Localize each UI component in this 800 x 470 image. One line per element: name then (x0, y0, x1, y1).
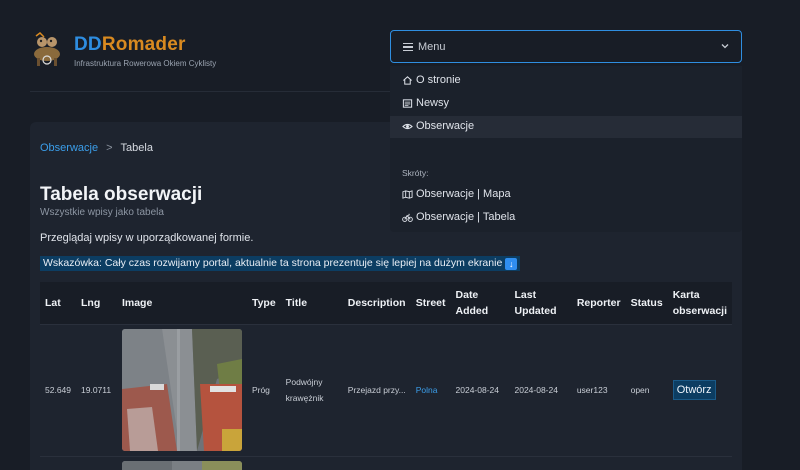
cell-empty (76, 456, 117, 470)
col-header-last-updated[interactable]: Last Updated (509, 282, 572, 325)
cell-karta: Otwórz (667, 324, 732, 457)
col-header-date-added[interactable]: Date Added (450, 282, 510, 325)
menu-item-label: O stronie (416, 74, 461, 86)
menu-item-label: Newsy (416, 97, 450, 109)
page-title: Tabela obserwacji (40, 184, 203, 205)
observations-table: Lat Lng Image Type Title Description Str… (40, 282, 732, 470)
menu-item-newsy[interactable]: Newsy (390, 93, 742, 115)
cell-last-updated: 2024-08-24 (509, 324, 572, 457)
hint-text: Wskazówka: Cały czas rozwijamy portal, a… (43, 257, 503, 269)
map-icon (402, 190, 413, 199)
cell-empty (410, 456, 451, 470)
newspaper-icon (402, 99, 413, 108)
breadcrumb-link-obserwacje[interactable]: Obserwacje (40, 142, 98, 154)
open-card-button[interactable]: Otwórz (672, 380, 716, 400)
street-link[interactable]: Polna (416, 385, 438, 395)
menu-item-label: Obserwacje (416, 120, 475, 132)
shortcut-obserwacje-mapa[interactable]: Obserwacje | Mapa (390, 184, 742, 206)
shortcuts-heading: Skróty: (402, 168, 429, 178)
cell-empty (342, 456, 411, 470)
down-arrow-icon: ↓ (505, 258, 518, 270)
col-header-description[interactable]: Description (342, 282, 411, 325)
breadcrumb-separator: > (106, 142, 113, 154)
cell-reporter: user123 (571, 324, 626, 457)
shortcut-label: Obserwacje | Mapa (416, 188, 511, 200)
home-icon (403, 76, 412, 85)
breadcrumb-current: Tabela (120, 142, 153, 154)
cell-title: Podwójny krawężnik (280, 324, 343, 457)
bike-icon (402, 213, 413, 222)
cell-lat: 52.649 (40, 324, 76, 457)
cell-empty (625, 456, 668, 470)
cell-empty (667, 456, 732, 470)
observation-photo[interactable] (121, 329, 242, 451)
cell-image (116, 324, 247, 457)
brand-name[interactable]: DDRomader (74, 34, 186, 56)
cell-empty (40, 456, 76, 470)
breadcrumb: Obserwacje > Tabela (40, 142, 153, 154)
col-header-lng[interactable]: Lng (76, 282, 117, 325)
chevron-down-icon (721, 44, 729, 49)
cell-empty (280, 456, 343, 470)
col-header-status[interactable]: Status (625, 282, 668, 325)
col-header-lat[interactable]: Lat (40, 282, 76, 325)
col-header-street[interactable]: Street (410, 282, 451, 325)
cell-lng: 19.0711 (76, 324, 117, 457)
brand-part-1: DD (74, 34, 102, 55)
cell-date-added: 2024-08-24 (450, 324, 510, 457)
table-row (40, 456, 732, 470)
col-header-image[interactable]: Image (116, 282, 247, 325)
cell-status: open (625, 324, 668, 457)
col-header-karta[interactable]: Karta obserwacji (667, 282, 732, 325)
col-header-title[interactable]: Title (280, 282, 343, 325)
cell-empty (509, 456, 572, 470)
col-header-type[interactable]: Type (246, 282, 281, 325)
shortcut-label: Obserwacje | Tabela (416, 211, 516, 223)
cell-image (116, 456, 247, 470)
col-header-reporter[interactable]: Reporter (571, 282, 626, 325)
cell-type: Próg (246, 324, 281, 457)
hamburger-icon (403, 43, 413, 52)
brand-part-2: Romader (101, 34, 186, 55)
shortcut-obserwacje-tabela[interactable]: Obserwacje | Tabela (390, 207, 742, 229)
menu-toggle-button[interactable]: Menu (390, 30, 742, 63)
camel-logo-icon[interactable] (28, 30, 66, 68)
menu-item-o-stronie[interactable]: O stronie (390, 70, 742, 92)
menu-label: Menu (418, 41, 446, 53)
hint-banner: Wskazówka: Cały czas rozwijamy portal, a… (40, 256, 521, 271)
brand-tagline: Infrastruktura Rowerowa Okiem Cyklisty (74, 59, 217, 68)
cell-empty (450, 456, 510, 470)
eye-icon (402, 123, 413, 130)
cell-empty (246, 456, 281, 470)
menu-item-obserwacje[interactable]: Obserwacje (390, 116, 742, 138)
page-subtitle: Wszystkie wpisy jako tabela (40, 207, 164, 218)
cell-street: Polna (410, 324, 451, 457)
cell-empty (571, 456, 626, 470)
menu-dropdown: O stronie Newsy Obserwacje Skróty: Obser… (390, 66, 742, 232)
cell-description: Przejazd przy... (342, 324, 411, 457)
table-row: 52.649 19.0711 Próg Podwójny krawężnik P… (40, 324, 732, 457)
table-header-row: Lat Lng Image Type Title Description Str… (40, 282, 732, 325)
intro-text: Przeglądaj wpisy w uporządkowanej formie… (40, 232, 254, 244)
observation-photo[interactable] (121, 460, 242, 470)
